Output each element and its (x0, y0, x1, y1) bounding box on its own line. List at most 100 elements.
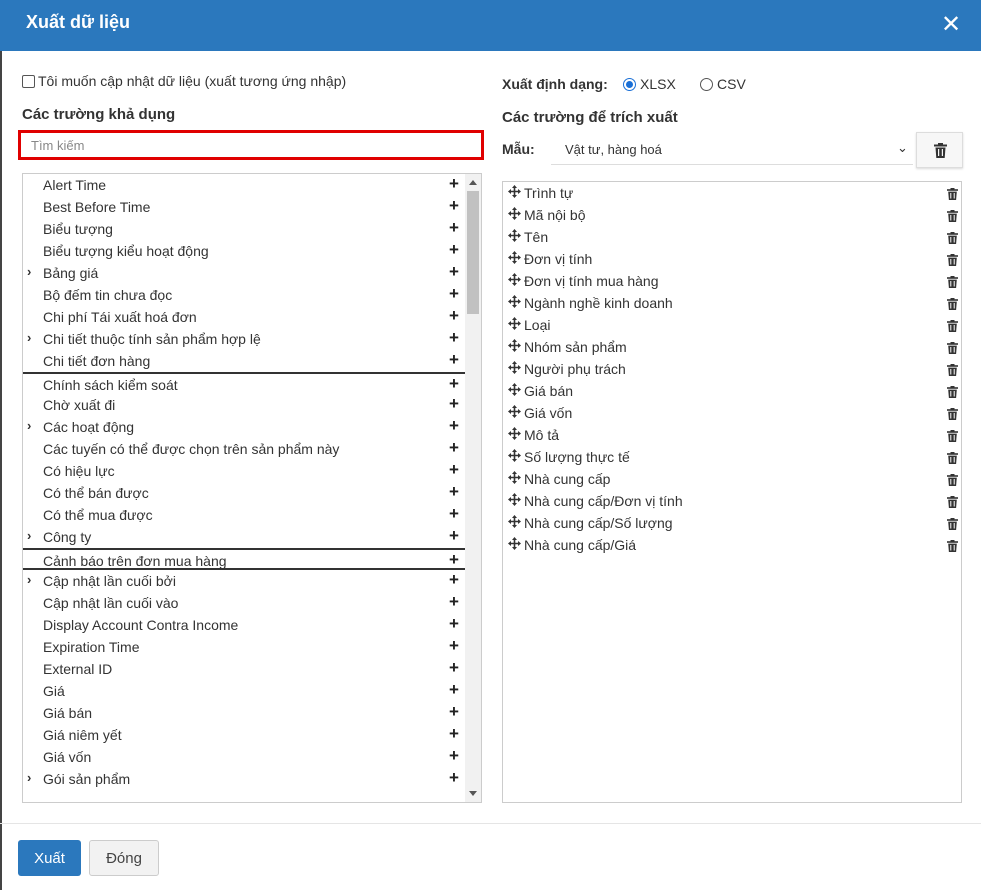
available-field-item[interactable]: Biểu tượng + (23, 218, 465, 240)
export-field-item[interactable]: Mô tả (503, 424, 961, 446)
update-data-checkbox-row[interactable]: Tôi muốn cập nhật dữ liệu (xuất tương ứn… (22, 73, 346, 89)
available-field-item[interactable]: Alert Time + (23, 174, 465, 196)
plus-icon[interactable]: + (449, 285, 459, 303)
export-field-item[interactable]: Số lượng thực tế (503, 446, 961, 468)
available-field-item[interactable]: › Các hoạt động + (23, 416, 465, 438)
available-field-item[interactable]: Có hiệu lực + (23, 460, 465, 482)
scroll-down-icon[interactable] (469, 791, 477, 796)
plus-icon[interactable]: + (449, 329, 459, 347)
plus-icon[interactable]: + (449, 219, 459, 237)
move-icon[interactable] (508, 515, 521, 531)
export-field-item[interactable]: Nhà cung cấp (503, 468, 961, 490)
plus-icon[interactable]: + (449, 681, 459, 699)
trash-icon[interactable] (947, 231, 958, 247)
radio-unselected-icon[interactable] (700, 77, 713, 91)
export-field-item[interactable]: Trình tự (503, 182, 961, 204)
export-field-item[interactable]: Giá bán (503, 380, 961, 402)
plus-icon[interactable]: + (449, 615, 459, 633)
available-field-item[interactable]: Biểu tượng kiểu hoạt động + (23, 240, 465, 262)
available-field-item[interactable]: › Công ty + (23, 526, 465, 548)
export-field-item[interactable]: Nhà cung cấp/Giá (503, 534, 961, 556)
trash-icon[interactable] (947, 473, 958, 489)
plus-icon[interactable]: + (449, 703, 459, 721)
move-icon[interactable] (508, 537, 521, 553)
move-icon[interactable] (508, 317, 521, 333)
available-field-item[interactable]: › Cập nhật lần cuối bởi + (23, 570, 465, 592)
move-icon[interactable] (508, 383, 521, 399)
trash-icon[interactable] (947, 539, 958, 555)
update-data-checkbox[interactable] (22, 74, 35, 88)
available-field-item[interactable]: Giá bán + (23, 702, 465, 724)
available-field-item[interactable]: Cập nhật lần cuối vào + (23, 592, 465, 614)
available-field-item[interactable]: Chính sách kiểm soát + (23, 372, 465, 394)
move-icon[interactable] (508, 339, 521, 355)
move-icon[interactable] (508, 405, 521, 421)
export-field-item[interactable]: Đơn vị tính (503, 248, 961, 270)
plus-icon[interactable]: + (449, 395, 459, 413)
move-icon[interactable] (508, 449, 521, 465)
plus-icon[interactable]: + (449, 725, 459, 743)
move-icon[interactable] (508, 471, 521, 487)
radio-selected-icon[interactable] (623, 77, 636, 91)
plus-icon[interactable]: + (449, 747, 459, 765)
trash-icon[interactable] (947, 187, 958, 203)
chevron-right-icon[interactable]: › (27, 572, 31, 587)
available-field-item[interactable]: Giá niêm yết + (23, 724, 465, 746)
plus-icon[interactable]: + (449, 505, 459, 523)
export-field-item[interactable]: Nhà cung cấp/Đơn vị tính (503, 490, 961, 512)
export-field-item[interactable]: Loại (503, 314, 961, 336)
plus-icon[interactable]: + (449, 307, 459, 325)
trash-icon[interactable] (947, 517, 958, 533)
plus-icon[interactable]: + (449, 175, 459, 193)
available-field-item[interactable]: External ID + (23, 658, 465, 680)
plus-icon[interactable]: + (449, 197, 459, 215)
available-field-item[interactable]: Chờ xuất đi + (23, 394, 465, 416)
plus-icon[interactable]: + (449, 769, 459, 787)
available-field-item[interactable]: › Bảng giá + (23, 262, 465, 284)
available-fields-scrollbar[interactable] (465, 174, 481, 802)
trash-icon[interactable] (947, 495, 958, 511)
chevron-right-icon[interactable]: › (27, 418, 31, 433)
plus-icon[interactable]: + (449, 263, 459, 281)
move-icon[interactable] (508, 229, 521, 245)
search-box[interactable] (18, 130, 484, 160)
export-field-item[interactable]: Người phụ trách (503, 358, 961, 380)
plus-icon[interactable]: + (449, 483, 459, 501)
plus-icon[interactable]: + (449, 571, 459, 589)
plus-icon[interactable]: + (449, 659, 459, 677)
export-field-item[interactable]: Đơn vị tính mua hàng (503, 270, 961, 292)
trash-icon[interactable] (947, 319, 958, 335)
available-field-item[interactable]: Có thể bán được + (23, 482, 465, 504)
move-icon[interactable] (508, 185, 521, 201)
trash-icon[interactable] (947, 297, 958, 313)
plus-icon[interactable]: + (449, 351, 459, 369)
search-input[interactable] (21, 133, 481, 157)
plus-icon[interactable]: + (449, 439, 459, 457)
available-field-item[interactable]: Có thể mua được + (23, 504, 465, 526)
trash-icon[interactable] (947, 253, 958, 269)
available-field-item[interactable]: Expiration Time + (23, 636, 465, 658)
close-button[interactable]: Đóng (89, 840, 159, 876)
chevron-right-icon[interactable]: › (27, 528, 31, 543)
scroll-up-icon[interactable] (469, 180, 477, 185)
available-field-item[interactable]: Giá + (23, 680, 465, 702)
trash-icon[interactable] (947, 429, 958, 445)
export-field-item[interactable]: Mã nội bộ (503, 204, 961, 226)
available-field-item[interactable]: › Chi tiết thuộc tính sản phẩm hợp lệ + (23, 328, 465, 350)
trash-icon[interactable] (947, 275, 958, 291)
chevron-right-icon[interactable]: › (27, 770, 31, 785)
template-select[interactable]: Vật tư, hàng hoá ⌄ (551, 133, 913, 165)
chevron-right-icon[interactable]: › (27, 330, 31, 345)
move-icon[interactable] (508, 427, 521, 443)
move-icon[interactable] (508, 295, 521, 311)
available-field-item[interactable]: › Gói sản phẩm + (23, 768, 465, 790)
move-icon[interactable] (508, 251, 521, 267)
available-field-item[interactable]: Giá vốn + (23, 746, 465, 768)
plus-icon[interactable]: + (449, 593, 459, 611)
available-field-item[interactable]: Cảnh báo trên đơn mua hàng + (23, 548, 465, 570)
available-field-item[interactable]: Best Before Time + (23, 196, 465, 218)
move-icon[interactable] (508, 493, 521, 509)
chevron-right-icon[interactable]: › (27, 264, 31, 279)
plus-icon[interactable]: + (449, 461, 459, 479)
export-field-item[interactable]: Nhà cung cấp/Số lượng (503, 512, 961, 534)
